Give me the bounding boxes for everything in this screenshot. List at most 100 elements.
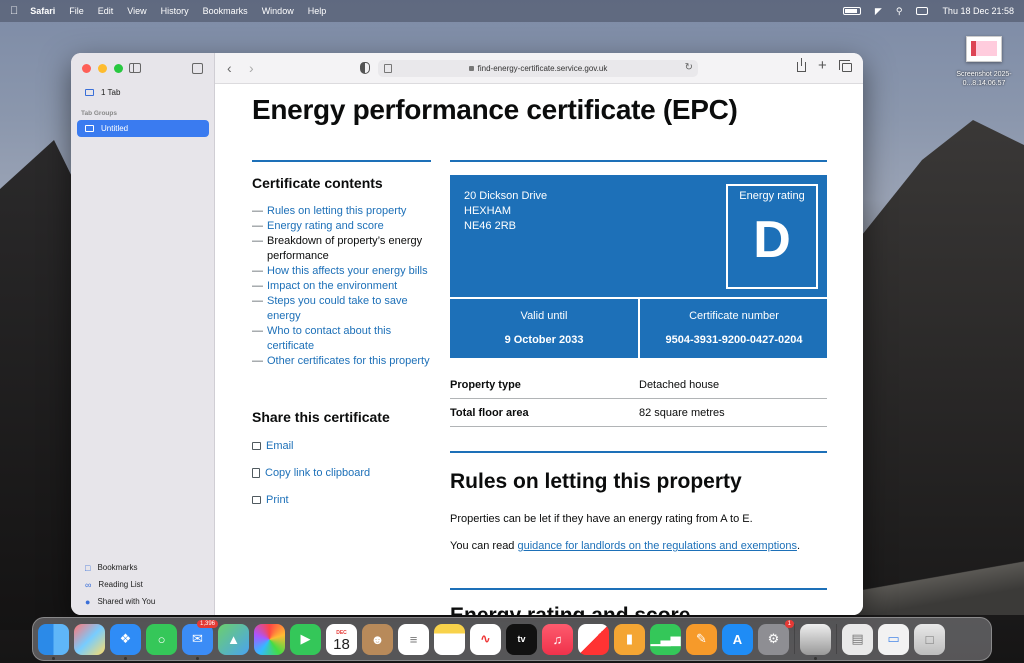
menubar-clock[interactable]: Thu 18 Dec 21:58 bbox=[942, 6, 1014, 16]
desktop-file-label[interactable]: Screenshot 2025-0...8.14.06.57 bbox=[948, 70, 1020, 88]
sidebar-item-tab-group[interactable]: Untitled bbox=[77, 120, 209, 137]
envelope-icon bbox=[252, 442, 261, 450]
preview-icon[interactable] bbox=[800, 623, 831, 660]
back-icon[interactable]: ‹ bbox=[227, 60, 232, 76]
sidebar-item-label: 1 Tab bbox=[101, 88, 121, 97]
dock: ❖ ○ ✉ 1,396 ▲ ▶ DEC 18 ☻ ≡ ∿ tv ♫ ▮ ▁▃▅ ✎… bbox=[32, 617, 992, 661]
new-tab-group-icon[interactable] bbox=[192, 63, 203, 74]
share-email-link[interactable]: Email bbox=[252, 440, 294, 452]
energy-rating-label: Energy rating bbox=[739, 190, 805, 202]
sidebar-item-bookmarks[interactable]: □ Bookmarks bbox=[77, 559, 209, 576]
zoom-window-button[interactable] bbox=[114, 64, 123, 73]
battery-icon[interactable] bbox=[842, 7, 861, 15]
property-type-row: Property type Detached house bbox=[450, 371, 827, 399]
sidebar-item-tabs[interactable]: 1 Tab bbox=[77, 84, 209, 101]
menu-help[interactable]: Help bbox=[308, 6, 327, 16]
safari-icon[interactable]: ❖ bbox=[110, 623, 141, 660]
copy-link-button[interactable]: Copy link to clipboard bbox=[252, 467, 370, 479]
reload-icon[interactable]: ↻ bbox=[685, 62, 693, 73]
documents-stack-icon[interactable]: ▤ bbox=[842, 623, 873, 655]
apple-icon[interactable]:  bbox=[10, 5, 18, 17]
sidebar-item-label: Reading List bbox=[98, 580, 143, 589]
forward-icon[interactable]: › bbox=[249, 60, 254, 76]
toc-divider bbox=[252, 160, 431, 162]
energy-rating-band: D bbox=[753, 211, 791, 269]
facetime-icon[interactable]: ▶ bbox=[290, 623, 321, 655]
menu-view[interactable]: View bbox=[127, 6, 146, 16]
address-line-1: 20 Dickson Drive bbox=[464, 190, 548, 202]
pages-icon[interactable]: ✎ bbox=[686, 623, 717, 655]
freeform-icon[interactable]: ∿ bbox=[470, 623, 501, 655]
contents-link-rating[interactable]: — Energy rating and score bbox=[252, 219, 432, 234]
menu-edit[interactable]: Edit bbox=[98, 6, 114, 16]
trash-icon[interactable]: □ bbox=[914, 623, 945, 655]
keynote-icon[interactable]: ▮ bbox=[614, 623, 645, 655]
contents-link-steps[interactable]: — Steps you could take to save energy bbox=[252, 294, 432, 324]
window-controls bbox=[82, 64, 123, 73]
address-bar[interactable]: find-energy-certificate.service.gov.uk ↻ bbox=[378, 60, 698, 77]
rules-heading: Rules on letting this property bbox=[450, 470, 742, 493]
menu-file[interactable]: File bbox=[69, 6, 84, 16]
sidebar-item-reading-list[interactable]: ∞ Reading List bbox=[77, 576, 209, 593]
rules-paragraph-text: . bbox=[796, 540, 801, 552]
close-window-button[interactable] bbox=[82, 64, 91, 73]
energy-rating-heading: Energy rating and score bbox=[450, 604, 690, 615]
photos-icon[interactable] bbox=[254, 623, 285, 655]
privacy-shield-icon[interactable] bbox=[360, 62, 370, 74]
mail-icon[interactable]: ✉ 1,396 bbox=[182, 619, 218, 660]
wifi-icon[interactable]: ◤ bbox=[875, 6, 882, 17]
contacts-icon[interactable]: ☻ bbox=[362, 623, 393, 655]
share-icon[interactable] bbox=[797, 58, 806, 72]
contents-link-bills[interactable]: — How this affects your energy bills bbox=[252, 264, 432, 279]
contents-link-environment[interactable]: — Impact on the environment bbox=[252, 279, 432, 294]
new-tab-icon[interactable]: + bbox=[818, 57, 827, 74]
section-divider bbox=[450, 451, 827, 453]
calendar-icon[interactable]: DEC 18 bbox=[326, 623, 357, 655]
apple-tv-icon[interactable]: tv bbox=[506, 623, 537, 655]
control-center-icon[interactable] bbox=[916, 7, 929, 15]
sidebar-item-label: Shared with You bbox=[97, 597, 156, 606]
main-divider bbox=[450, 160, 827, 162]
tab-groups-heading: Tab Groups bbox=[81, 110, 117, 117]
messages-icon[interactable]: ○ bbox=[146, 623, 177, 655]
sidebar-toggle-icon[interactable] bbox=[129, 63, 141, 73]
dock-separator bbox=[836, 624, 837, 654]
reminders-icon[interactable]: ≡ bbox=[398, 623, 429, 655]
contents-link-contact[interactable]: — Who to contact about this certificate bbox=[252, 324, 432, 354]
tab-overview-icon[interactable] bbox=[839, 60, 852, 72]
system-settings-icon[interactable]: ⚙ 1 bbox=[758, 619, 794, 655]
contents-link-other[interactable]: — Other certificates for this property bbox=[252, 354, 432, 369]
minimize-window-button[interactable] bbox=[98, 64, 107, 73]
landlord-guidance-link[interactable]: guidance for landlords on the regulation… bbox=[517, 540, 796, 552]
finder-icon[interactable] bbox=[38, 623, 69, 660]
page-menu-icon[interactable] bbox=[384, 64, 392, 73]
address-line-2: HEXHAM bbox=[464, 205, 512, 217]
web-content: Energy performance certificate (EPC) Cer… bbox=[215, 84, 863, 615]
printer-icon bbox=[252, 496, 261, 504]
share-heading: Share this certificate bbox=[252, 409, 390, 425]
app-store-icon[interactable]: A bbox=[722, 623, 753, 655]
notes-icon[interactable] bbox=[434, 623, 465, 655]
menu-history[interactable]: History bbox=[161, 6, 189, 16]
desktop-screenshot-file-icon[interactable] bbox=[966, 36, 1002, 62]
sidebar-item-shared[interactable]: ● Shared with You bbox=[77, 593, 209, 610]
certificate-number-value: 9504-3931-9200-0427-0204 bbox=[665, 334, 803, 346]
menu-window[interactable]: Window bbox=[262, 6, 294, 16]
maps-icon[interactable]: ▲ bbox=[218, 623, 249, 655]
floor-area-value: 82 square metres bbox=[639, 406, 725, 419]
launchpad-icon[interactable] bbox=[74, 623, 105, 655]
safari-window: 1 Tab Tab Groups Untitled □ Bookmarks ∞ … bbox=[71, 53, 863, 615]
menu-app-name[interactable]: Safari bbox=[30, 6, 55, 16]
contents-link-rules[interactable]: — Rules on letting this property bbox=[252, 204, 432, 219]
numbers-icon[interactable]: ▁▃▅ bbox=[650, 623, 681, 655]
glasses-icon: ∞ bbox=[85, 579, 92, 590]
menu-bookmarks[interactable]: Bookmarks bbox=[203, 6, 248, 16]
address-bar-url[interactable]: find-energy-certificate.service.gov.uk bbox=[478, 64, 608, 73]
news-icon[interactable] bbox=[578, 623, 609, 655]
spotlight-search-icon[interactable]: ⚲ bbox=[896, 6, 903, 17]
print-link[interactable]: Print bbox=[252, 494, 289, 506]
people-icon: ● bbox=[85, 596, 91, 607]
downloads-stack-icon[interactable]: ▭ bbox=[878, 623, 909, 655]
music-icon[interactable]: ♫ bbox=[542, 623, 573, 655]
contents-link-breakdown[interactable]: — Breakdown of property’s energy performa… bbox=[252, 234, 432, 264]
